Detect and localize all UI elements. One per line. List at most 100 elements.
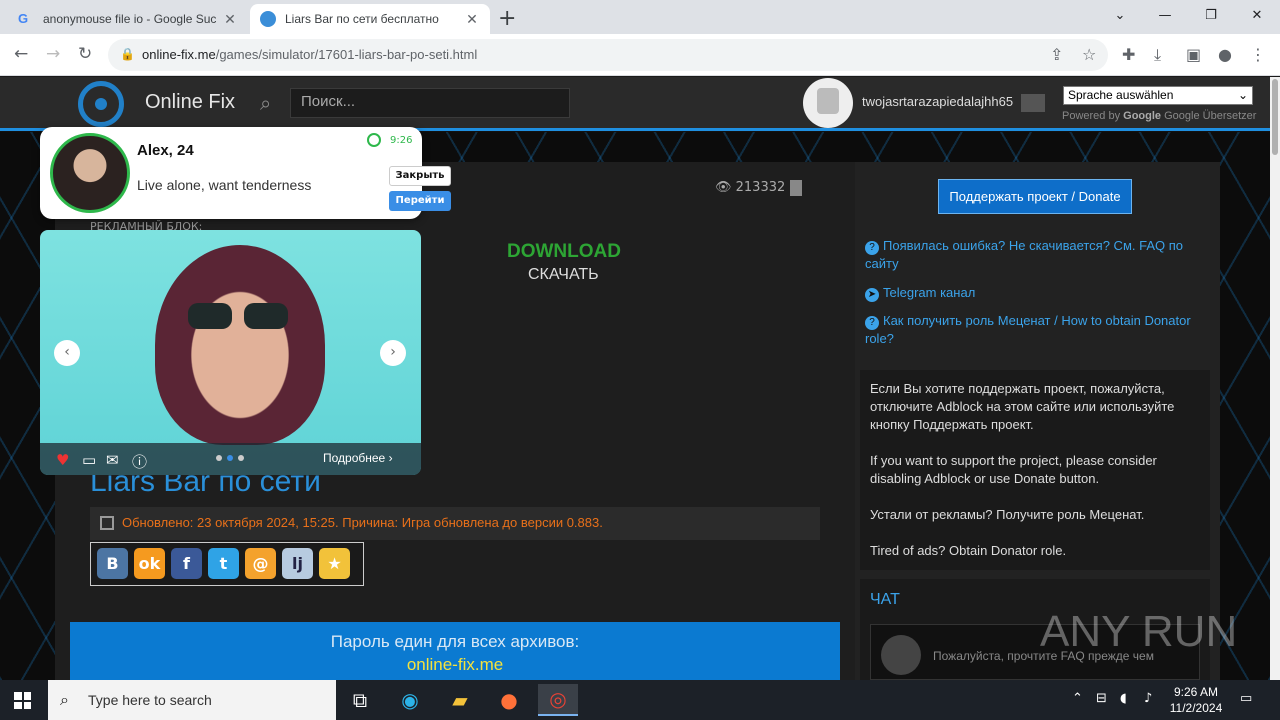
watermark: ANY RUN [1040,607,1238,656]
back-icon[interactable]: ← [14,44,28,64]
search-icon[interactable]: ⌕ [260,91,271,115]
restore-button[interactable]: ❐ [1188,0,1234,30]
chat-title: ЧАТ [870,591,900,608]
eye-icon: 👁 [715,180,736,195]
download-link[interactable]: DOWNLOAD [507,241,621,263]
firefox-icon[interactable]: ● [489,684,529,716]
comment-icon[interactable]: ▭ [82,451,96,469]
site-logo-icon[interactable] [78,81,124,127]
heart-icon[interactable]: ♥ [56,451,69,469]
image-slider-ad: ‹ › ♥ ▭ ✉ ⓘ Подробнее › [40,230,421,475]
info-icon[interactable]: ⓘ [132,451,147,472]
password-box: Пароль един для всех архивов: online-fix… [70,622,840,680]
password-value: online-fix.me [406,655,504,674]
mail-share-button[interactable]: @ [245,548,276,579]
vk-share-button[interactable]: В [97,548,128,579]
reload-icon[interactable]: ↻ [78,44,92,64]
twitter-share-button[interactable]: t [208,548,239,579]
update-notice: Обновлено: 23 октября 2024, 15:25. Причи… [90,507,820,540]
more-link[interactable]: Подробнее › [323,451,393,465]
popup-close-button[interactable]: Закрыть [389,166,451,186]
site-header: Online Fix ⌕ Поиск... twojasrtarazapieda… [0,77,1270,131]
popup-time: 9:26 [390,135,413,146]
tab-title: Liars Bar по сети бесплатно [285,12,439,26]
lj-share-button[interactable]: lj [282,548,313,579]
ads-ru: Устали от рекламы? Получите роль Меценат… [870,507,1145,522]
sidebar-link-faq[interactable]: ? Появилась ошибка? Не скачивается? См. F… [865,237,1195,273]
system-clock[interactable]: 9:26 AM 11/2/2024 [1168,684,1224,716]
close-window-button[interactable]: ✕ [1234,0,1280,30]
ok-share-button[interactable]: ok [134,548,165,579]
search-icon: ⌕ [60,690,69,709]
chat-avatar [881,635,921,675]
menu-icon[interactable]: ⋮ [1250,45,1266,64]
url-text: online-fix.me/games/simulator/17601-liar… [142,47,478,62]
extensions-icon[interactable]: ✚ [1122,45,1135,64]
star-icon[interactable]: ☆ [1082,45,1096,64]
telegram-icon: ➤ [865,288,879,302]
powered-by: Powered by Google Google Übersetzer [1062,110,1257,122]
tab-search-icon[interactable]: ⌄ [1097,0,1143,30]
site-search-input[interactable]: Поиск... [290,88,570,118]
tab-google-search[interactable]: G anonymousе file io - Google Suc ✕ [8,4,248,34]
question-icon: ? [865,241,879,255]
volume-icon[interactable]: ♪ [1144,691,1152,706]
slider-dots[interactable] [216,455,244,461]
favorite-share-button[interactable]: ★ [319,548,350,579]
popup-go-button[interactable]: Перейти [389,191,451,211]
new-tab-button[interactable]: + [498,6,516,31]
sidebar-link-telegram[interactable]: ➤ Telegram канал [865,284,1195,302]
password-label: Пароль един для всех архивов: [330,632,580,651]
envelope-icon[interactable]: ✉ [106,451,119,469]
chrome-icon[interactable]: ◎ [538,684,578,716]
close-tab-icon[interactable]: ✕ [464,11,480,28]
notification-icon[interactable]: ▭ [1240,691,1252,706]
donate-button[interactable]: Поддержать проект / Donate [938,179,1132,214]
address-bar[interactable]: 🔒 online-fix.me/games/simulator/17601-li… [108,39,1108,71]
task-view-icon[interactable]: ⧉ [340,684,380,716]
site-name[interactable]: Online Fix [145,91,235,114]
download-icon[interactable]: ⤓ [1154,45,1161,65]
edge-icon[interactable]: ◉ [390,684,430,716]
google-icon: G [18,11,29,26]
adblock-en: If you want to support the project, plea… [870,453,1157,486]
start-button[interactable] [14,692,31,709]
clock-icon [367,133,381,147]
adblock-ru: Если Вы хотите поддержать проект, пожалу… [870,381,1175,432]
share-icon[interactable]: ⇪ [1050,45,1063,64]
scrollbar-thumb[interactable] [1272,79,1278,155]
web-page: Online Fix ⌕ Поиск... twojasrtarazapieda… [0,77,1280,680]
ads-en: Tired of ads? Obtain Donator role. [870,543,1067,558]
sidepanel-icon[interactable]: ▣ [1186,45,1201,64]
mail-icon[interactable] [1021,94,1045,112]
adblock-notice: Если Вы хотите поддержать проект, пожалу… [860,370,1210,570]
user-avatar[interactable] [803,78,853,128]
taskbar-search[interactable]: ⌕ Type here to search [48,680,336,720]
username[interactable]: twojasrtarazapiedalajhh65 [862,94,1013,109]
minimize-button[interactable]: — [1142,0,1188,30]
lock-icon: 🔒 [120,47,135,61]
next-arrow-icon[interactable]: › [380,340,406,366]
taskbar-search-placeholder: Type here to search [88,692,212,708]
close-tab-icon[interactable]: ✕ [222,11,238,28]
sidebar-link-donator[interactable]: ? Как получить роль Меценат / How to obta… [865,312,1195,348]
download-link-ru[interactable]: СКАЧАТЬ [528,266,599,284]
network-icon[interactable]: ⊟ [1096,691,1107,706]
browser-toolbar: ← → ↻ 🔒 online-fix.me/games/simulator/17… [0,34,1280,76]
edit-icon [100,516,114,530]
popup-message: Live alone, want tenderness [137,177,312,193]
prev-arrow-icon[interactable]: ‹ [54,340,80,366]
sunglasses [188,303,288,329]
file-explorer-icon[interactable]: ▰ [440,684,480,716]
forward-icon[interactable]: → [46,44,60,64]
profile-icon[interactable]: ● [1218,45,1232,64]
tray-chevron-icon[interactable]: ⌃ [1072,691,1083,706]
view-count: 👁 213332 [715,180,786,195]
bookmark-icon[interactable] [790,180,802,196]
browser-tabstrip: G anonymousе file io - Google Suc ✕ Liar… [0,0,1280,34]
page-scrollbar[interactable] [1270,77,1280,680]
facebook-share-button[interactable]: f [171,548,202,579]
speaker-icon[interactable]: ◖ [1120,691,1127,706]
tab-liars-bar[interactable]: Liars Bar по сети бесплатно ✕ [250,4,490,34]
language-select[interactable]: Sprache auswählen ⌄ [1063,86,1253,105]
